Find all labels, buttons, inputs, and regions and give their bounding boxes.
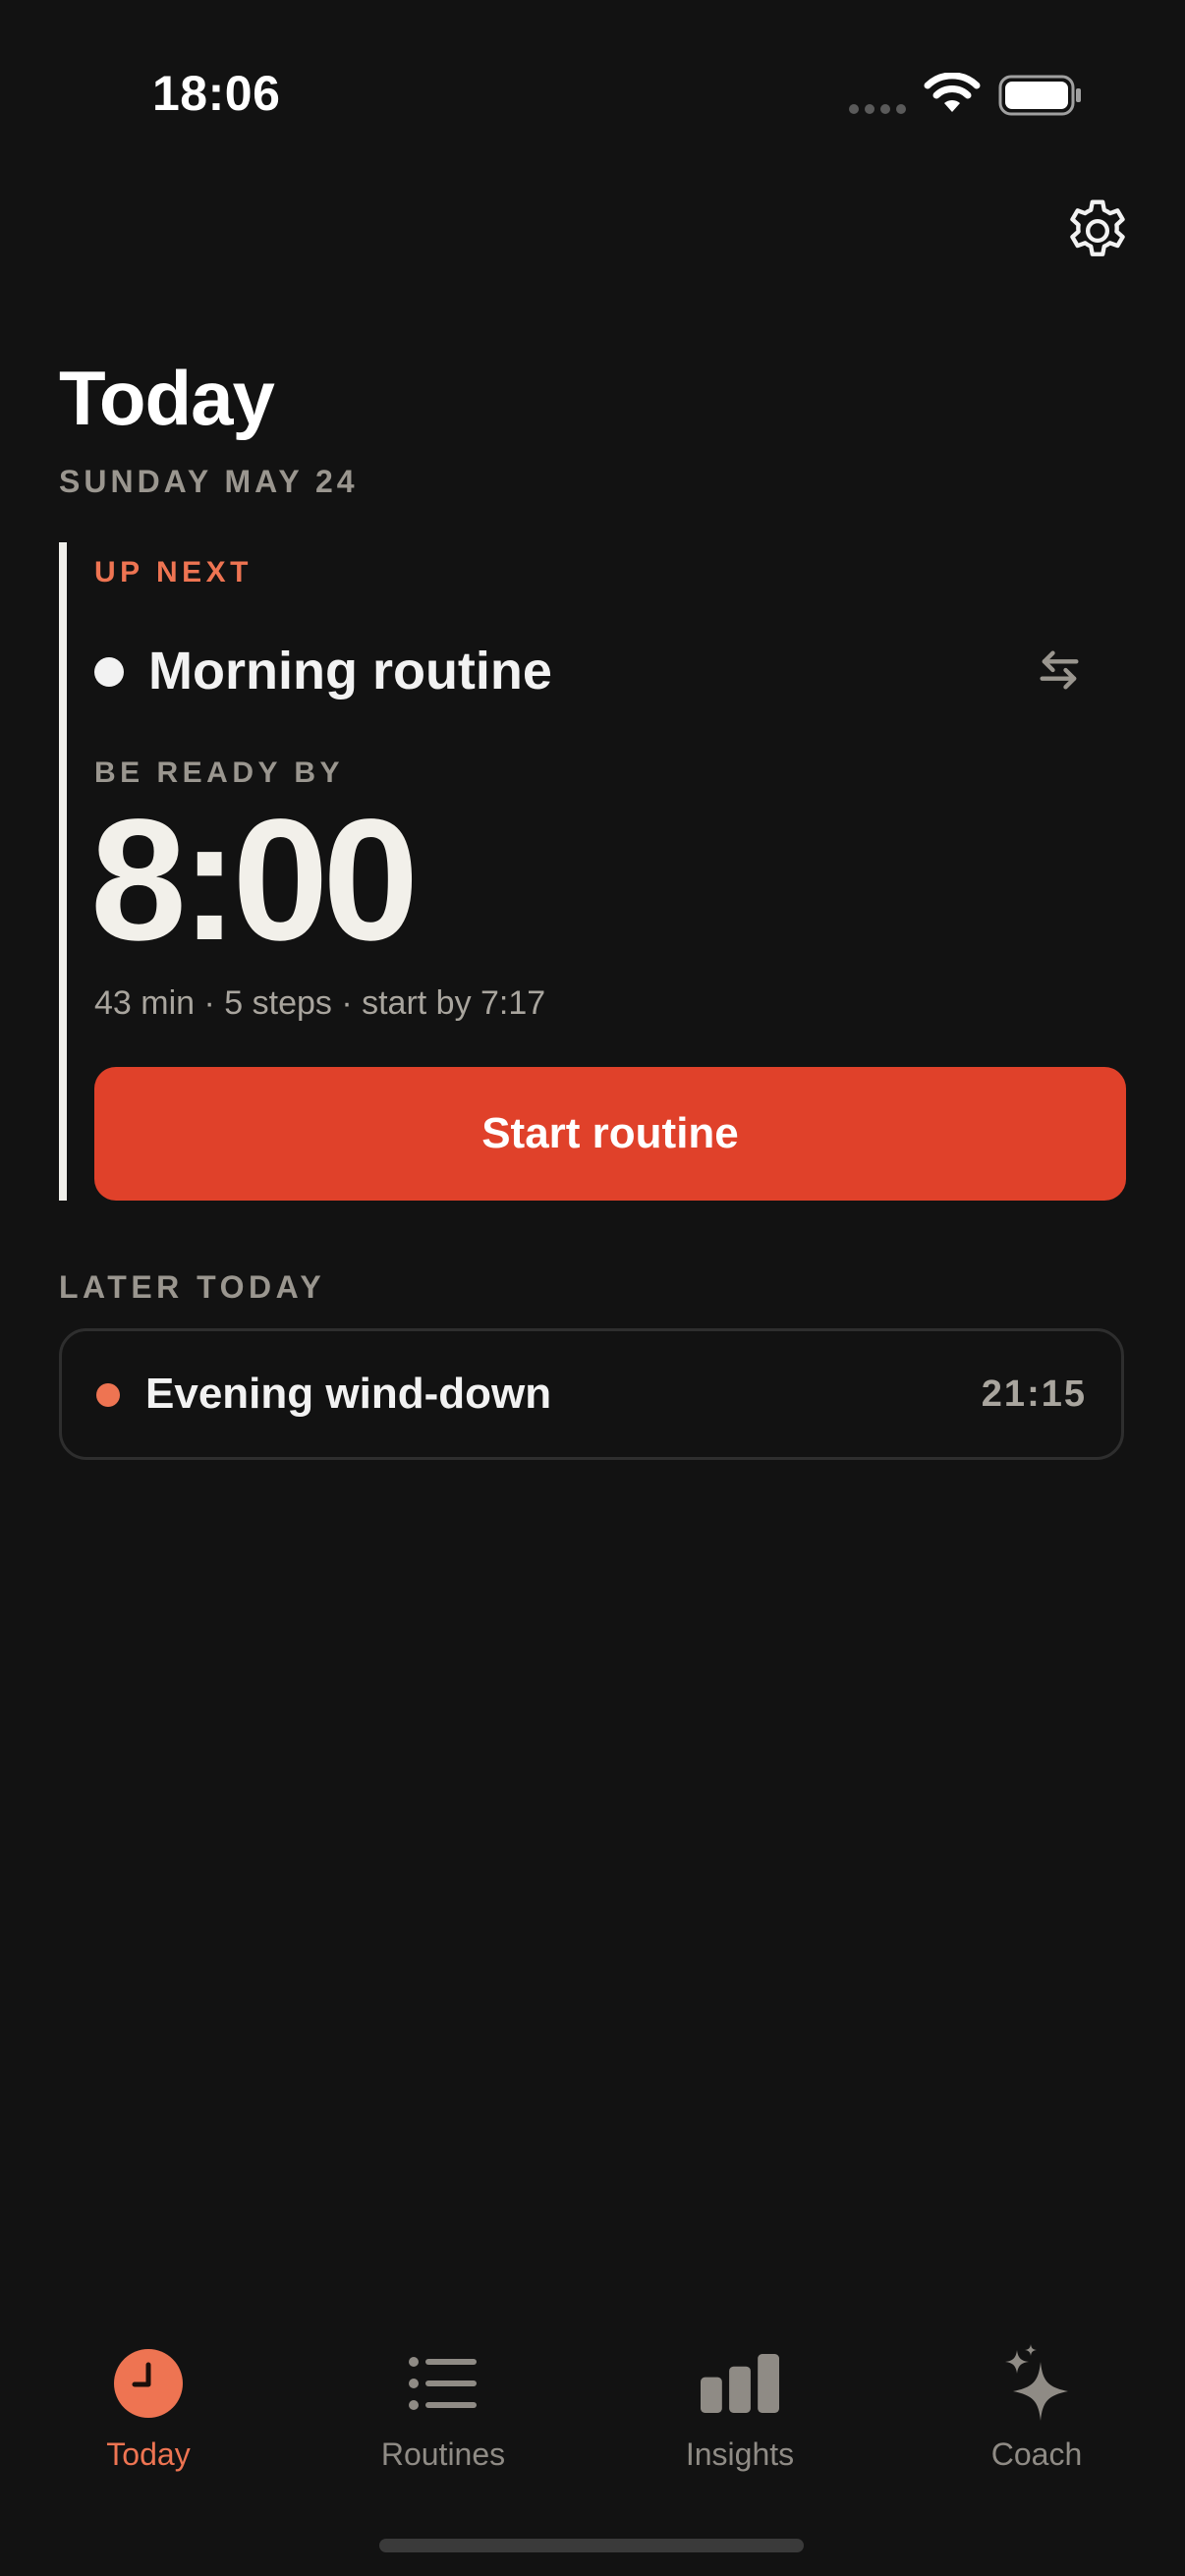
routine-dot (94, 657, 124, 687)
later-today-label: LATER TODAY (59, 1269, 326, 1305)
ready-time: 8:00 (90, 784, 419, 977)
battery-icon (998, 75, 1083, 121)
wifi-icon (924, 72, 981, 119)
tab-coach[interactable]: Coach (919, 2344, 1155, 2473)
up-next-label: UP NEXT (94, 556, 253, 588)
tab-routines-label: Routines (380, 2436, 506, 2472)
home-indicator (379, 2539, 804, 2552)
status-time: 18:06 (152, 66, 281, 121)
cellular-signal-icon (849, 104, 906, 114)
page-date: SUNDAY MAY 24 (59, 464, 359, 499)
page-title: Today (59, 355, 275, 441)
list-icon (404, 2344, 482, 2423)
tab-insights[interactable]: Insights (622, 2344, 858, 2473)
tab-today[interactable]: Today (30, 2344, 266, 2473)
later-routine-time: 21:15 (981, 1373, 1087, 1415)
tab-insights-label: Insights (685, 2436, 795, 2472)
tab-routines[interactable]: Routines (325, 2344, 561, 2473)
clock-icon (109, 2344, 188, 2423)
sparkle-icon (997, 2344, 1076, 2423)
later-routine-name: Evening wind-down (145, 1370, 552, 1418)
start-routine-button[interactable]: Start routine (94, 1067, 1126, 1201)
up-next-accent-bar (59, 542, 67, 1201)
swap-routine-icon[interactable] (1034, 644, 1085, 700)
routine-name[interactable]: Morning routine (148, 641, 552, 701)
later-routine-dot (96, 1383, 120, 1407)
settings-gear-icon[interactable] (1061, 195, 1134, 272)
tab-today-label: Today (106, 2436, 191, 2472)
tab-coach-label: Coach (990, 2436, 1083, 2472)
routine-meta: 43 min · 5 steps · start by 7:17 (94, 984, 546, 1022)
bar-chart-icon (701, 2344, 779, 2423)
